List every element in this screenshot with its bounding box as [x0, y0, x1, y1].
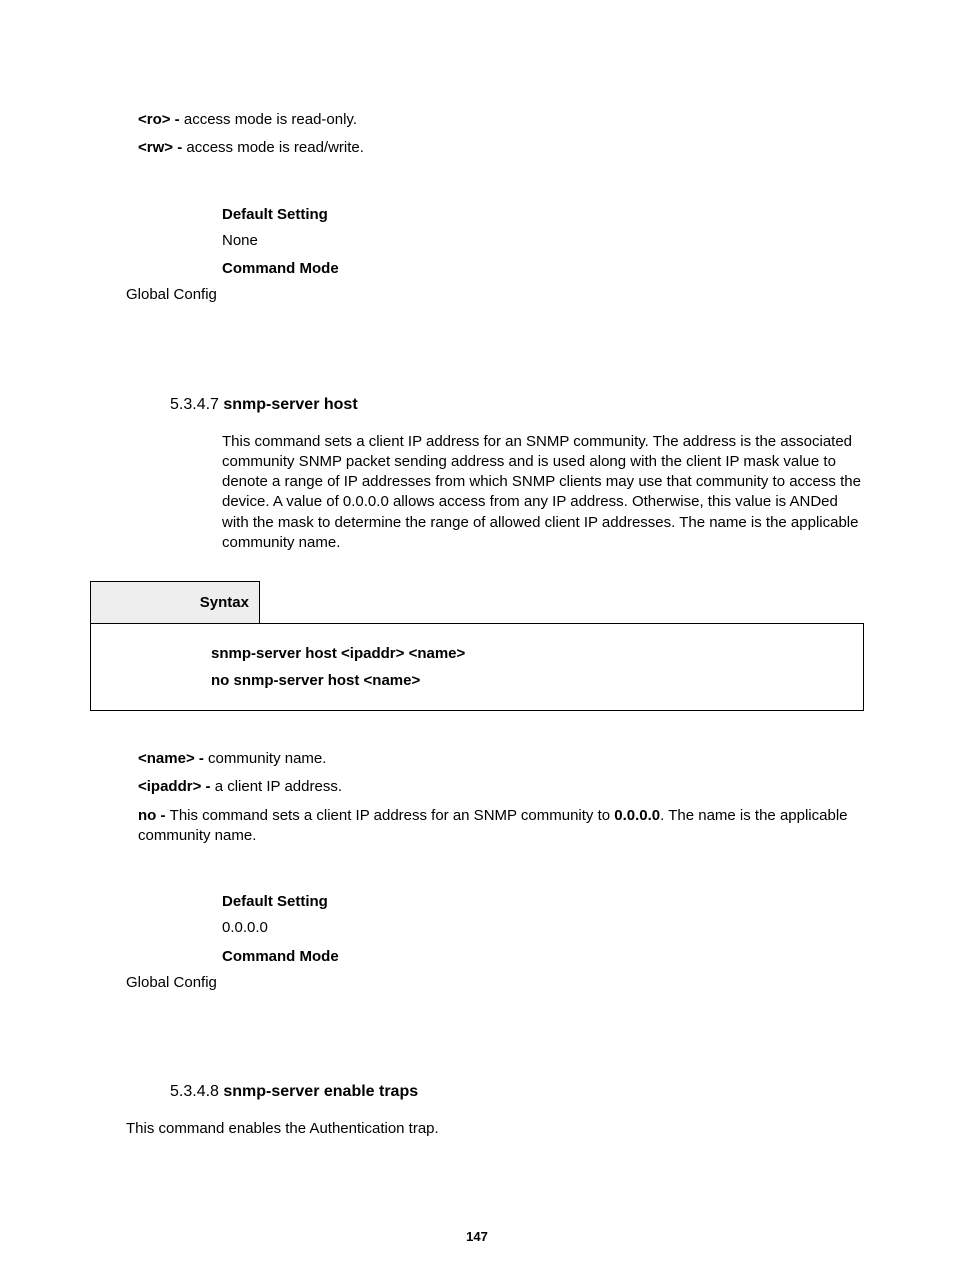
syntax-line1: snmp-server host <ipaddr> <name> [211, 640, 863, 667]
top-mode-label: Command Mode [222, 259, 864, 279]
param-name-desc: community name. [208, 750, 326, 767]
settings-547: Default Setting 0.0.0.0 Command Mode [222, 892, 864, 967]
syntax-body-547: snmp-server host <ipaddr> <name> no snmp… [90, 623, 864, 711]
param-rw-tag: <rw> - [138, 139, 186, 156]
syntax-box-547: Syntax snmp-server host <ipaddr> <name> … [90, 581, 864, 711]
top-default-block: Default Setting None Command Mode [222, 205, 864, 280]
param-ro-tag: <ro> - [138, 111, 184, 128]
page-number: 147 [90, 1229, 864, 1244]
param-rw: <rw> - access mode is read/write. [138, 138, 864, 158]
top-default-value: None [222, 231, 864, 251]
param-ipaddr: <ipaddr> - a client IP address. [138, 777, 864, 797]
heading-547-title: snmp-server host [223, 396, 357, 413]
param-no: no - This command sets a client IP addre… [138, 806, 864, 847]
param-ro-desc: access mode is read-only. [184, 111, 357, 128]
param-no-tag: no - [138, 807, 170, 824]
document-page: <ro> - access mode is read-only. <rw> - … [0, 0, 954, 1284]
param-no-bold: 0.0.0.0 [614, 807, 660, 824]
param-name-tag: <name> - [138, 750, 208, 767]
top-default-label: Default Setting [222, 205, 864, 225]
s547-mode-value: Global Config [126, 973, 864, 993]
syntax-line2: no snmp-server host <name> [211, 667, 863, 694]
s547-mode-label: Command Mode [222, 947, 864, 967]
top-params-block: <ro> - access mode is read-only. <rw> - … [138, 110, 864, 159]
param-ro: <ro> - access mode is read-only. [138, 110, 864, 130]
param-name: <name> - community name. [138, 749, 864, 769]
top-mode-value: Global Config [126, 285, 864, 305]
heading-547-num: 5.3.4.7 [170, 396, 223, 413]
params-547: <name> - community name. <ipaddr> - a cl… [138, 749, 864, 846]
param-no-descA: This command sets a client IP address fo… [170, 807, 615, 824]
heading-548-title: snmp-server enable traps [223, 1083, 418, 1100]
desc-548: This command enables the Authentication … [126, 1119, 864, 1139]
param-rw-desc: access mode is read/write. [186, 139, 364, 156]
heading-548: 5.3.4.8 snmp-server enable traps [170, 1083, 864, 1101]
param-ipaddr-desc: a client IP address. [215, 778, 342, 795]
s547-default-value: 0.0.0.0 [222, 918, 864, 938]
param-ipaddr-tag: <ipaddr> - [138, 778, 215, 795]
desc-547: This command sets a client IP address fo… [222, 432, 864, 554]
heading-547: 5.3.4.7 snmp-server host [170, 396, 864, 414]
heading-548-num: 5.3.4.8 [170, 1083, 223, 1100]
s547-default-label: Default Setting [222, 892, 864, 912]
syntax-tab-label: Syntax [90, 581, 260, 623]
